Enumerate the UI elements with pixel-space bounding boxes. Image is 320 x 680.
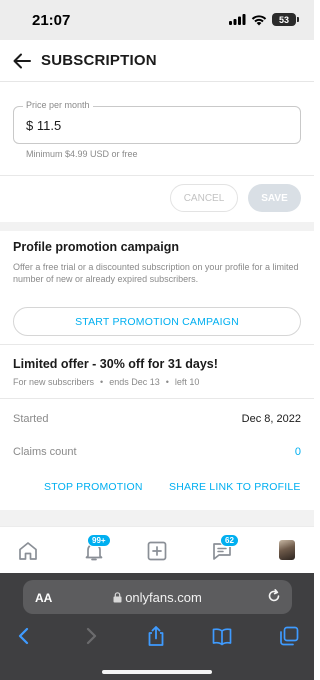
price-amount: 11.5: [36, 118, 62, 133]
divider: [0, 175, 314, 176]
cellular-signal-icon: [229, 14, 246, 25]
claims-value[interactable]: 0: [295, 446, 301, 458]
bookmarks-icon[interactable]: [211, 625, 233, 647]
offer-audience: For new subscribers: [13, 377, 95, 387]
section-separator: [0, 510, 314, 526]
promotion-title: Profile promotion campaign: [13, 240, 179, 254]
price-value[interactable]: $ 11.5: [26, 118, 61, 133]
battery-level: 53: [278, 14, 289, 25]
home-indicator: [102, 670, 212, 674]
offer-title: Limited offer - 30% off for 31 days!: [13, 357, 218, 371]
avatar[interactable]: [279, 540, 295, 560]
share-icon[interactable]: [145, 625, 167, 647]
url-display: onlyfans.com: [23, 590, 292, 605]
save-button[interactable]: SAVE: [248, 184, 301, 212]
battery-icon: 53: [272, 13, 299, 26]
tabs-icon[interactable]: [278, 625, 300, 647]
back-arrow-icon[interactable]: [10, 49, 34, 73]
page-title: SUBSCRIPTION: [41, 52, 157, 69]
browser-back-icon[interactable]: [13, 625, 35, 647]
url-text: onlyfans.com: [125, 590, 202, 605]
stop-promotion-button[interactable]: STOP PROMOTION: [44, 481, 143, 493]
section-separator: [0, 222, 314, 231]
status-icons: 53: [229, 13, 299, 26]
divider: [0, 398, 314, 399]
claims-label: Claims count: [13, 446, 77, 458]
status-bar: 21:07 53: [0, 0, 314, 40]
price-helper-text: Minimum $4.99 USD or free: [26, 149, 138, 159]
messages-badge: 62: [220, 534, 239, 547]
reload-icon[interactable]: [266, 588, 282, 604]
currency-symbol: $: [26, 118, 34, 133]
offer-left: left 10: [174, 377, 200, 387]
home-icon[interactable]: [16, 539, 40, 563]
lock-icon: [113, 592, 122, 603]
started-value: Dec 8, 2022: [241, 413, 301, 425]
page-header: SUBSCRIPTION: [0, 40, 314, 82]
notifications-tab[interactable]: 99+: [82, 534, 111, 563]
wifi-icon: [251, 14, 267, 25]
offer-meta: For new subscribers • ends Dec 13 • left…: [13, 377, 199, 387]
bottom-nav: 99+ 62: [0, 526, 314, 573]
browser-toolbar: AA onlyfans.com: [0, 573, 314, 680]
meta-separator: •: [165, 377, 169, 387]
cancel-button[interactable]: CANCEL: [170, 184, 238, 212]
status-time: 21:07: [32, 12, 71, 29]
browser-forward-icon[interactable]: [80, 625, 102, 647]
start-promotion-button[interactable]: START PROMOTION CAMPAIGN: [13, 307, 301, 336]
messages-tab[interactable]: 62: [210, 534, 239, 563]
divider: [0, 344, 314, 345]
price-field-label: Price per month: [23, 100, 93, 110]
promotion-description: Offer a free trial or a discounted subsc…: [13, 262, 299, 284]
address-bar[interactable]: AA onlyfans.com: [23, 580, 292, 614]
add-post-icon[interactable]: [145, 539, 169, 563]
notifications-badge: 99+: [87, 534, 111, 547]
offer-ends: ends Dec 13: [109, 377, 160, 387]
price-input[interactable]: Price per month $ 11.5: [13, 100, 301, 144]
share-link-button[interactable]: SHARE LINK TO PROFILE: [169, 481, 301, 493]
meta-separator: •: [100, 377, 104, 387]
started-label: Started: [13, 413, 49, 425]
